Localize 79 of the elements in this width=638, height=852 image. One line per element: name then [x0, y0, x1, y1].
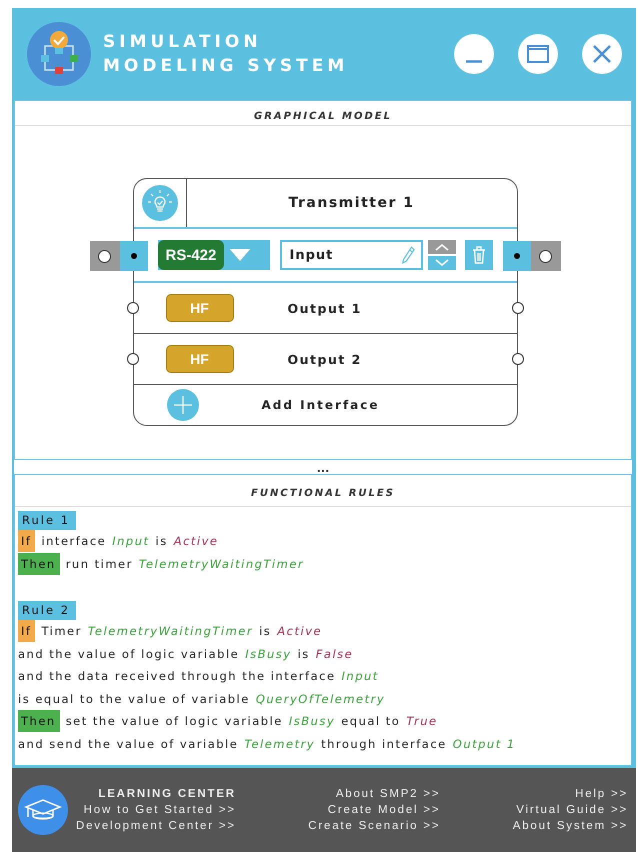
protocol-dropdown[interactable]: RS-422: [158, 240, 270, 270]
dropdown-caret-icon: [229, 249, 252, 261]
state-value: False: [316, 646, 354, 661]
footer-link[interactable]: Development Center >>: [76, 820, 236, 832]
rule-text: Timer: [41, 624, 82, 638]
rule-text: is: [298, 646, 310, 661]
variable-name: IsBusy: [245, 646, 292, 661]
footer-link[interactable]: Virtual Guide >>: [512, 804, 628, 816]
footer-link[interactable]: Create Model >>: [308, 804, 440, 816]
footer-link[interactable]: Help >>: [512, 788, 628, 800]
variable-name: Telemetry: [244, 736, 316, 751]
state-value: Active: [277, 624, 322, 638]
protocol-tag: RS-422: [158, 240, 224, 270]
then-keyword: Then: [18, 710, 60, 732]
port-handle[interactable]: [512, 353, 524, 365]
logo-icon: [27, 22, 91, 86]
rule-text: run timer: [66, 556, 133, 571]
if-keyword: If: [18, 530, 36, 552]
rule-text: through interface: [321, 736, 447, 751]
move-up-button[interactable]: [428, 240, 456, 254]
interface-name: Output 1: [288, 300, 362, 316]
protocol-tag: HF: [166, 294, 234, 322]
rule-label: Rule 2: [18, 601, 76, 620]
close-icon: [593, 45, 611, 63]
lightbulb-icon: [142, 185, 178, 221]
pencil-icon: [400, 245, 414, 265]
footer-link[interactable]: About System >>: [512, 820, 628, 832]
protocol-tag: HF: [166, 345, 234, 373]
maximize-icon: [527, 45, 549, 63]
app-title: SIMULATION: [103, 31, 263, 53]
rule-text: equal to: [341, 714, 400, 728]
variable-name: QueryOfTelemetry: [256, 692, 386, 706]
port-handle[interactable]: [90, 241, 120, 271]
rule-text: is equal to the value of variable: [18, 692, 250, 706]
close-button[interactable]: [582, 34, 622, 74]
plus-icon: [166, 389, 198, 421]
rule-text: set the value of logic variable: [66, 714, 283, 728]
add-interface-label: Add Interface: [262, 398, 380, 412]
delete-button[interactable]: [464, 240, 492, 270]
rule-text: and send the value of variable: [18, 736, 238, 751]
rule-text: and the value of logic variable: [18, 646, 240, 661]
maximize-button[interactable]: [518, 34, 558, 74]
panel-title: FUNCTIONAL RULES: [251, 488, 395, 499]
minimize-button[interactable]: [454, 34, 494, 74]
rule-text: and the data received through the interface: [18, 669, 336, 684]
splitter-handle[interactable]: ...: [316, 464, 330, 474]
app-title: MODELING SYSTEM: [103, 55, 348, 77]
interface-name: Output 2: [288, 352, 362, 366]
interface-name-field[interactable]: Input: [280, 240, 422, 270]
variable-name: TelemetryWaitingTimer: [138, 556, 304, 571]
panel-title: GRAPHICAL MODEL: [254, 111, 392, 122]
minimize-icon: [466, 60, 482, 62]
state-value: True: [406, 714, 438, 728]
variable-name: Input: [342, 669, 379, 684]
port-handle[interactable]: [126, 353, 138, 365]
node-title: Transmitter 1: [288, 194, 416, 213]
variable-name: Output 1: [452, 736, 516, 751]
rule-text: is: [259, 624, 272, 638]
port-handle[interactable]: [126, 302, 138, 314]
then-keyword: Then: [18, 552, 60, 575]
port-connector: [120, 241, 148, 271]
rule-label: Rule 1: [18, 511, 76, 530]
port-connector: [502, 241, 530, 271]
variable-name: IsBusy: [288, 714, 336, 728]
rule-text: is: [156, 534, 168, 548]
footer-link[interactable]: How to Get Started >>: [76, 804, 236, 816]
state-value: Active: [174, 534, 218, 548]
section-heading: LEARNING CENTER: [97, 788, 236, 800]
move-down-button[interactable]: [428, 256, 456, 270]
footer-link[interactable]: About SMP2 >>: [308, 788, 440, 800]
port-handle[interactable]: [530, 241, 560, 271]
if-keyword: If: [18, 620, 36, 642]
rule-text: interface: [41, 534, 106, 548]
variable-name: Input: [112, 534, 150, 548]
add-button[interactable]: [166, 389, 198, 421]
footer-link[interactable]: Create Scenario >>: [308, 820, 440, 832]
variable-name: TelemetryWaitingTimer: [88, 624, 254, 638]
graduation-cap-icon: [18, 785, 68, 835]
port-handle[interactable]: [512, 302, 524, 314]
